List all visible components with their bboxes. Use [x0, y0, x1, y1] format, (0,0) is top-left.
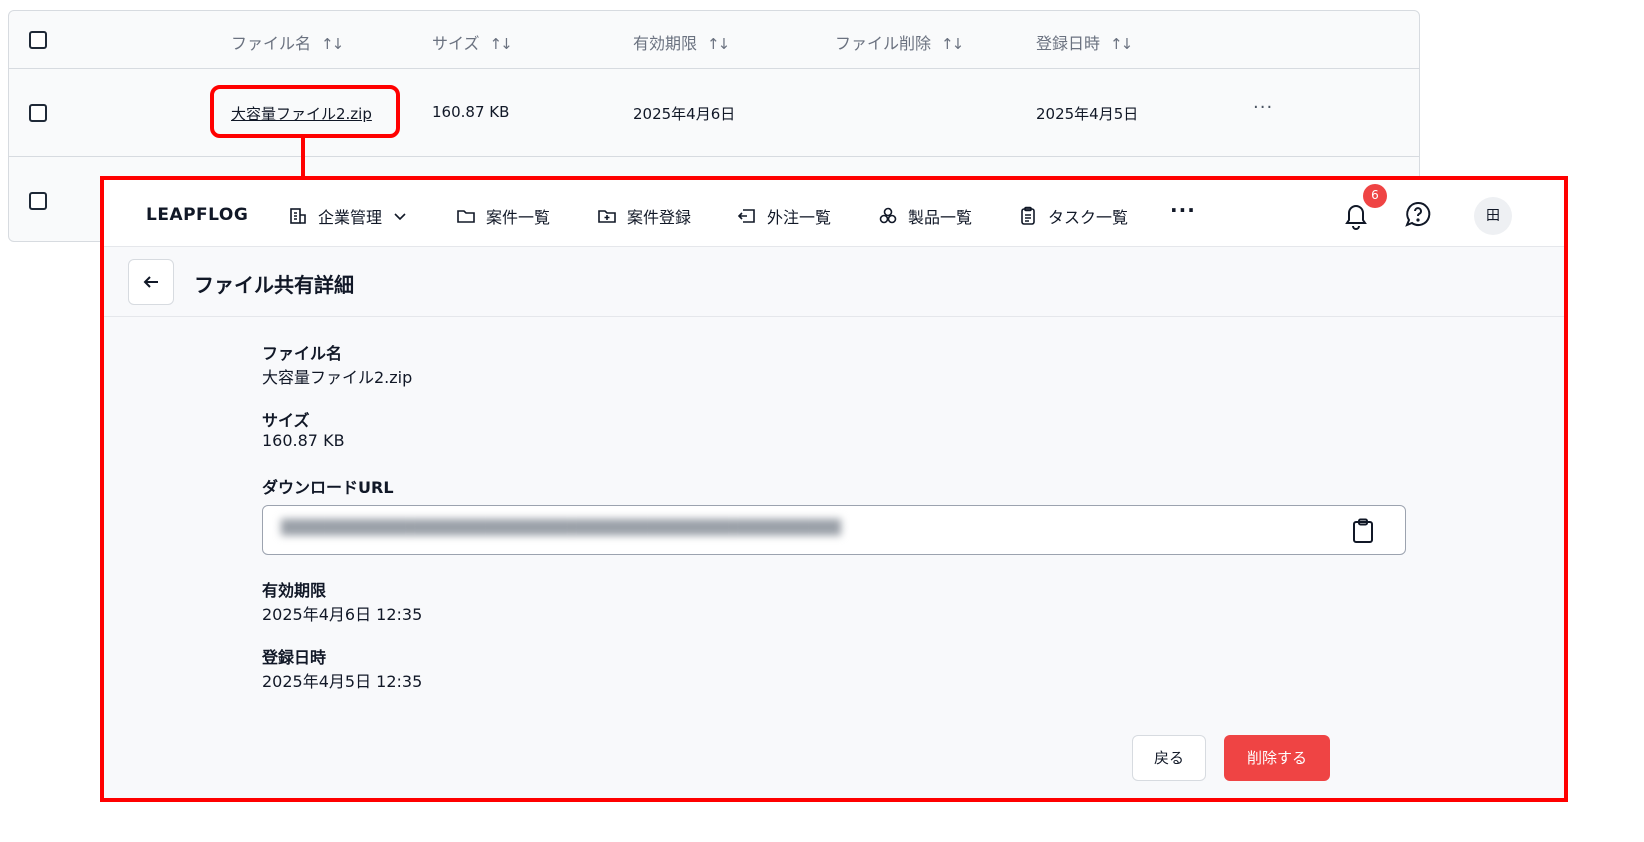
page-title: ファイル共有詳細	[194, 273, 354, 297]
file-name-link[interactable]: 大容量ファイル2.zip	[231, 103, 372, 124]
nav-item-label: タスク一覧	[1048, 208, 1129, 227]
nav-item-tasks[interactable]: タスク一覧	[1018, 204, 1128, 228]
sort-arrows-icon[interactable]: ↑↓	[490, 35, 513, 53]
file-share-detail-screen: LEAPFLOG 企業管理 案件一覧 案件登録 外注一覧 製品一覧 タスク一覧 …	[100, 176, 1568, 802]
expiry-value: 2025年4月6日 12:35	[262, 605, 423, 624]
file-name-value: 大容量ファイル2.zip	[262, 368, 413, 387]
nav-item-label: 企業管理	[318, 208, 383, 227]
sort-arrows-icon[interactable]: ↑↓	[321, 35, 344, 53]
column-header-expiry[interactable]: 有効期限 ↑↓	[633, 30, 730, 54]
sort-arrows-icon[interactable]: ↑↓	[707, 35, 730, 53]
row-checkbox[interactable]	[29, 104, 47, 122]
registered-cell: 2025年4月5日	[1036, 105, 1139, 123]
size-label: サイズ	[262, 411, 310, 430]
sort-arrows-icon[interactable]: ↑↓	[941, 35, 964, 53]
column-label: ファイル名	[231, 34, 312, 53]
notification-badge: 6	[1363, 184, 1387, 208]
row-menu-button[interactable]: ···	[1253, 97, 1273, 118]
building-icon	[290, 208, 306, 224]
column-header-deletion[interactable]: ファイル削除 ↑↓	[835, 30, 964, 54]
nav-item-projects[interactable]: 案件一覧	[456, 204, 550, 228]
back-arrow-button[interactable]	[128, 259, 174, 305]
row-checkbox[interactable]	[29, 192, 47, 210]
expiry-cell: 2025年4月6日	[633, 105, 736, 123]
column-label: サイズ	[432, 34, 480, 53]
copy-clipboard-icon[interactable]	[1351, 518, 1375, 544]
brand-logo[interactable]: LEAPFLOG	[146, 205, 248, 225]
delete-button[interactable]: 削除する	[1224, 735, 1330, 781]
clipboard-list-icon	[1021, 206, 1035, 225]
select-all-checkbox[interactable]	[29, 31, 47, 49]
column-header-size[interactable]: サイズ ↑↓	[432, 30, 513, 54]
table-row: 大容量ファイル2.zip 160.87 KB 2025年4月6日 2025年4月…	[9, 69, 1419, 157]
nav-item-label: 案件一覧	[486, 208, 551, 227]
nav-item-label: 製品一覧	[908, 208, 973, 227]
arrow-left-icon	[143, 276, 158, 288]
column-header-registered[interactable]: 登録日時 ↑↓	[1036, 30, 1133, 54]
folder-icon	[457, 210, 475, 223]
outsource-icon	[737, 209, 755, 223]
column-label: ファイル削除	[835, 34, 932, 53]
help-icon[interactable]	[1404, 200, 1432, 228]
annotation-connector-line	[301, 138, 305, 178]
size-value: 160.87 KB	[262, 431, 345, 450]
page-header: ファイル共有詳細	[104, 247, 1564, 317]
file-size-cell: 160.87 KB	[432, 103, 510, 121]
back-button[interactable]: 戻る	[1132, 735, 1206, 781]
user-avatar[interactable]: 田	[1474, 197, 1512, 235]
nav-item-products[interactable]: 製品一覧	[878, 204, 972, 228]
top-navigation-bar: LEAPFLOG 企業管理 案件一覧 案件登録 外注一覧 製品一覧 タスク一覧 …	[104, 180, 1564, 247]
nav-item-company[interactable]: 企業管理	[288, 204, 408, 228]
column-header-file-name[interactable]: ファイル名 ↑↓	[231, 30, 344, 54]
nav-more-button[interactable]: ···	[1170, 198, 1196, 222]
nav-item-project-register[interactable]: 案件登録	[597, 204, 691, 228]
registered-value: 2025年4月5日 12:35	[262, 672, 423, 691]
download-url-field[interactable]: ████████████████████████████████████████…	[262, 505, 1406, 555]
folder-plus-icon	[598, 210, 616, 223]
download-url-blurred: ████████████████████████████████████████…	[281, 520, 841, 536]
nav-item-label: 外注一覧	[767, 208, 832, 227]
column-label: 登録日時	[1036, 34, 1101, 53]
chevron-down-icon	[394, 213, 406, 221]
registered-label: 登録日時	[262, 648, 327, 667]
column-label: 有効期限	[633, 34, 698, 53]
download-url-label: ダウンロードURL	[262, 478, 394, 497]
nav-item-outsource[interactable]: 外注一覧	[737, 204, 831, 228]
table-header: ファイル名 ↑↓ サイズ ↑↓ 有効期限 ↑↓ ファイル削除 ↑↓ 登録日時 ↑↓	[9, 11, 1419, 69]
sort-arrows-icon[interactable]: ↑↓	[1110, 35, 1133, 53]
nav-item-label: 案件登録	[627, 208, 692, 227]
expiry-label: 有効期限	[262, 581, 327, 600]
file-name-label: ファイル名	[262, 344, 343, 363]
products-icon	[879, 207, 897, 224]
